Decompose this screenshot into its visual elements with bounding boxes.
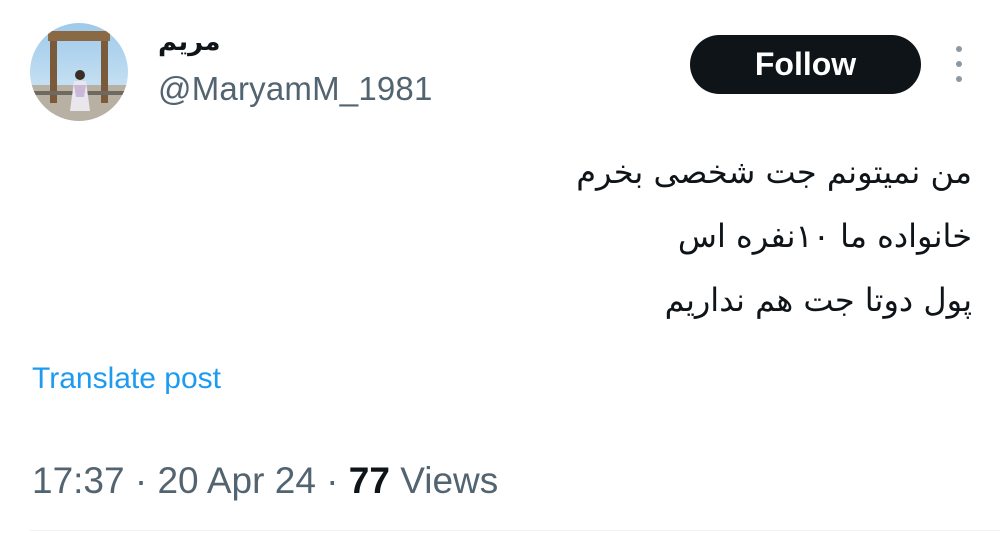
divider <box>30 530 1000 531</box>
tweet-text: من نمیتونم جت شخصی بخرم خانواده ما ۱۰نفر… <box>576 140 972 332</box>
tweet-line: خانواده ما ۱۰نفره اس <box>677 217 972 255</box>
avatar-photo <box>30 23 128 121</box>
user-handle[interactable]: @MaryamM_1981 <box>158 70 433 108</box>
views-label: Views <box>400 460 499 501</box>
tweet-date[interactable]: 20 Apr 24 <box>157 460 315 501</box>
tweet-meta: 17:37 · 20 Apr 24 · 77 Views <box>32 460 498 502</box>
more-dot <box>956 46 962 52</box>
translate-post-link[interactable]: Translate post <box>32 362 221 396</box>
more-vertical-icon[interactable] <box>951 46 967 82</box>
views-count: 77 <box>348 460 390 501</box>
more-dot <box>956 76 962 82</box>
avatar[interactable] <box>30 23 128 121</box>
meta-separator: · <box>134 460 148 501</box>
tweet-time[interactable]: 17:37 <box>32 460 125 501</box>
more-dot <box>956 61 962 67</box>
display-name[interactable]: مریم <box>158 27 220 57</box>
tweet-line: من نمیتونم جت شخصی بخرم <box>576 153 972 191</box>
meta-separator: · <box>326 460 339 501</box>
tweet-line: پول دوتا جت هم نداریم <box>664 281 972 319</box>
follow-button[interactable]: Follow <box>690 35 921 94</box>
